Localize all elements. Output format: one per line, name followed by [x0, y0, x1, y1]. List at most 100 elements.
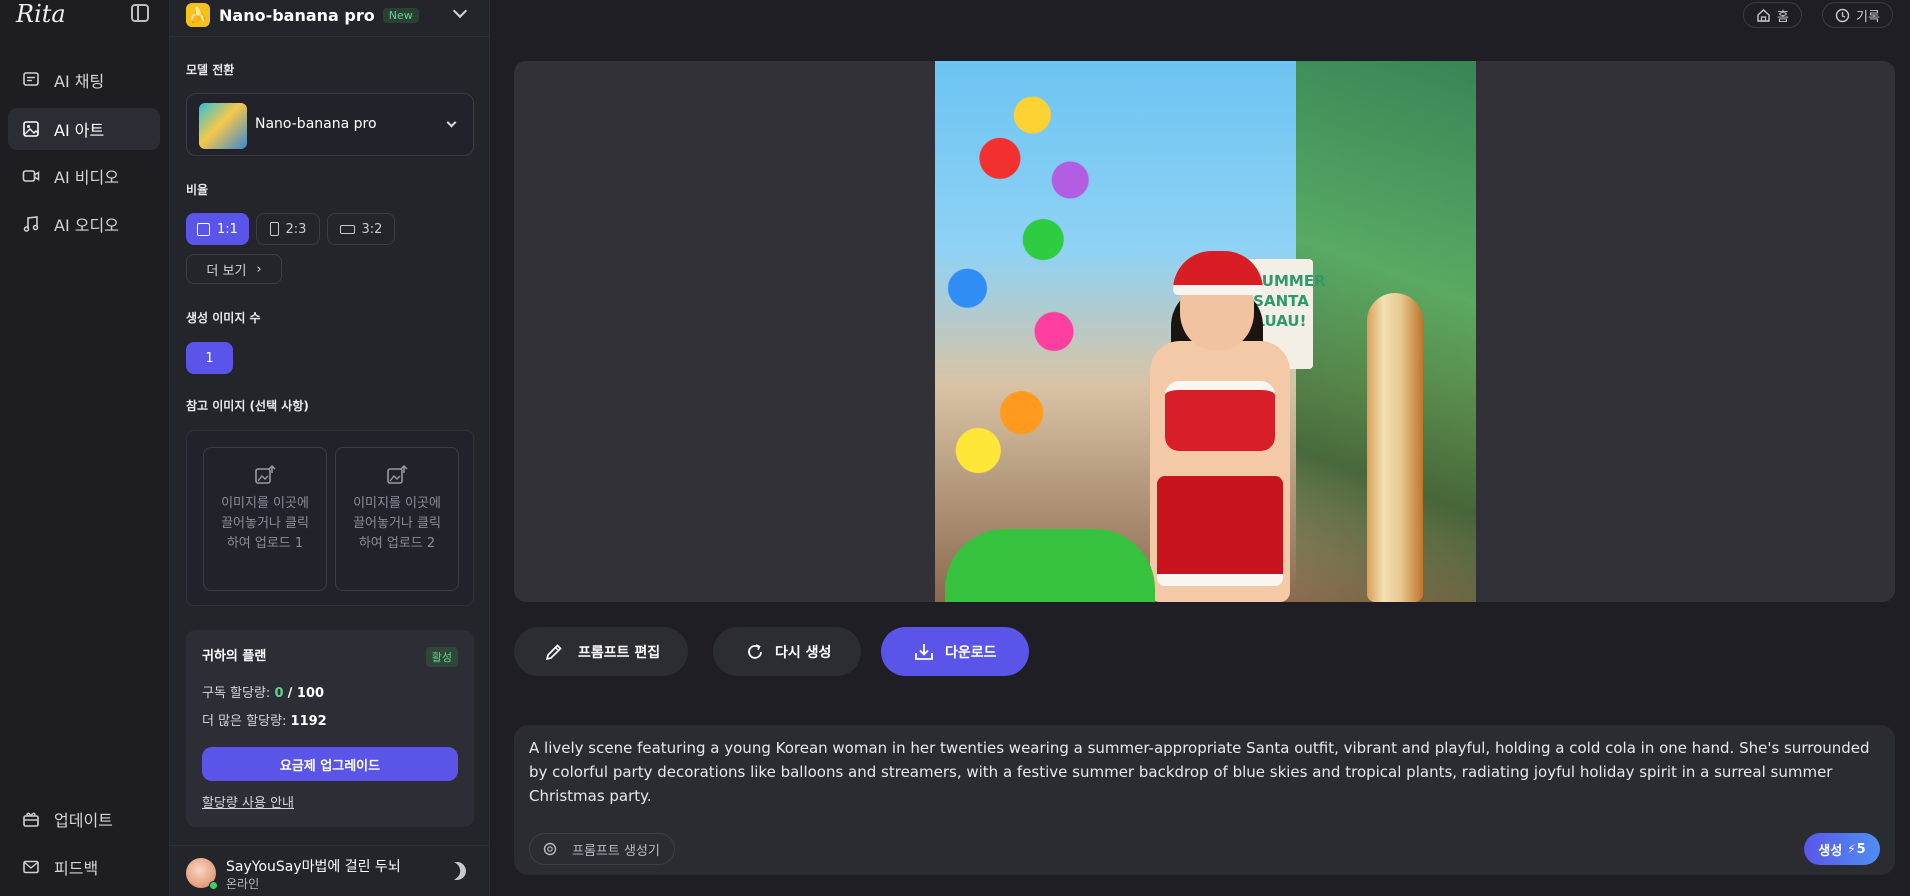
model-thumbnail	[199, 103, 247, 149]
edit-prompt-label: 프롬프트 편집	[578, 644, 661, 661]
nav-item-updates[interactable]: 업데이트	[8, 798, 160, 840]
nav-item-label: 피드백	[54, 859, 99, 878]
more-label: 더 보기	[206, 263, 247, 279]
prompt-generator-label: 프롬프트 생성기	[572, 843, 660, 859]
quota-guide-link[interactable]: 할당량 사용 안내	[202, 792, 294, 811]
app-logo[interactable]: Rita	[16, 0, 66, 28]
generated-image[interactable]: SUMMER SANTA LUAU!	[935, 61, 1476, 602]
generate-label: 생성	[1818, 843, 1843, 859]
model-select-name: Nano-banana pro	[255, 116, 377, 132]
upload-slot-2[interactable]: 이미지를 이곳에 끌어놓거나 클릭하여 업로드 2	[335, 447, 459, 591]
nav-item-label: AI 채팅	[54, 72, 105, 91]
portrait-icon	[269, 222, 279, 236]
plan-status-badge: 활성	[425, 647, 458, 667]
history-button[interactable]: 기록	[1822, 2, 1893, 28]
more-ratios-button[interactable]: 더 보기 ›	[186, 254, 282, 284]
model-header-dropdown[interactable]: 🍌 Nano-banana pro New	[186, 2, 419, 28]
home-icon	[1756, 8, 1771, 23]
new-badge: New	[382, 7, 419, 23]
nav-item-feedback[interactable]: 피드백	[8, 846, 160, 888]
pencil-icon	[544, 642, 564, 662]
image-count-option[interactable]: 1	[186, 342, 233, 374]
gift-icon	[22, 810, 40, 828]
inflatable-palm	[945, 529, 1155, 602]
santa-shorts	[1157, 476, 1283, 586]
sidebar-toggle-icon[interactable]	[131, 4, 149, 22]
nav-item-label: AI 오디오	[54, 216, 119, 235]
extra-quota: 더 많은 할당량: 1192	[202, 710, 327, 729]
nav-item-label: 업데이트	[54, 811, 113, 830]
chevron-right-icon: ›	[256, 261, 262, 277]
divider	[170, 845, 490, 846]
image-count-label: 생성 이미지 수	[186, 311, 261, 325]
nav-item-label: AI 비디오	[54, 168, 119, 187]
edit-prompt-button[interactable]: 프롬프트 편집	[514, 627, 689, 676]
square-icon	[197, 222, 211, 236]
upload-hint: 이미지를 이곳에 끌어놓거나 클릭하여 업로드 2	[353, 496, 441, 551]
user-name: SayYouSay마법에 걸린 두뇌	[226, 859, 401, 875]
regenerate-button[interactable]: 다시 생성	[713, 627, 862, 676]
download-button[interactable]: 다운로드	[881, 627, 1029, 676]
upgrade-plan-button[interactable]: 요금제 업그레이드	[202, 747, 458, 781]
ratio-1-1-button[interactable]: 1:1	[186, 213, 249, 245]
subscription-quota-label: 구독 할당량:	[202, 686, 271, 701]
download-icon	[913, 641, 935, 663]
subscription-quota: 구독 할당량: 0 / 100	[202, 682, 324, 701]
santa-top	[1165, 381, 1275, 451]
home-label: 홈	[1777, 9, 1789, 25]
ratio-3-2-button[interactable]: 3:2	[327, 213, 395, 245]
nav-item-ai-art[interactable]: AI 아트	[8, 108, 160, 150]
divider	[170, 36, 490, 37]
regenerate-label: 다시 생성	[775, 644, 832, 661]
mail-icon	[22, 858, 40, 876]
model-switch-label: 모델 전환	[186, 63, 235, 77]
generate-button[interactable]: 생성 ⚡ 5	[1804, 833, 1880, 865]
subscription-quota-used: 0	[274, 686, 284, 701]
banana-icon: 🍌	[186, 3, 210, 27]
prompt-textarea[interactable]: A lively scene featuring a young Korean …	[529, 736, 1879, 808]
model-select[interactable]: Nano-banana pro	[186, 93, 474, 156]
ratio-2-3-button[interactable]: 2:3	[256, 213, 320, 245]
ratio-label-text: 3:2	[361, 221, 383, 237]
ratio-label-text: 1:1	[217, 221, 238, 237]
lightning-icon: ⚡	[1847, 842, 1856, 856]
nav-item-label: AI 아트	[54, 121, 105, 140]
download-label: 다운로드	[945, 644, 997, 661]
image-icon	[22, 120, 40, 138]
chat-icon	[22, 71, 40, 89]
image-upload-icon	[386, 464, 408, 486]
plan-card: 귀하의 플랜 활성 구독 할당량: 0 / 100 더 많은 할당량: 1192…	[186, 630, 474, 827]
nav-item-ai-video[interactable]: AI 비디오	[8, 155, 160, 197]
reference-image-label: 참고 이미지 (선택 사항)	[186, 399, 309, 413]
image-upload-icon	[254, 464, 276, 486]
extra-quota-value: 1192	[290, 714, 327, 729]
prompt-generator-button[interactable]: 프롬프트 생성기	[529, 833, 675, 865]
plan-title: 귀하의 플랜	[202, 649, 267, 664]
user-status: 온라인	[226, 877, 260, 891]
landscape-icon	[339, 224, 355, 234]
nav-item-ai-audio[interactable]: AI 오디오	[8, 203, 160, 245]
online-status-dot	[209, 881, 218, 890]
santa-hat	[1173, 251, 1263, 295]
generate-cost: 5	[1856, 841, 1866, 857]
home-button[interactable]: 홈	[1743, 2, 1802, 28]
nav-item-ai-chat[interactable]: AI 채팅	[8, 59, 160, 101]
upload-hint: 이미지를 이곳에 끌어놓거나 클릭하여 업로드 1	[221, 496, 309, 551]
clock-icon	[1835, 8, 1850, 23]
subscription-quota-total: / 100	[287, 686, 325, 701]
model-header-name: Nano-banana pro	[219, 5, 375, 25]
music-icon	[22, 215, 40, 233]
reference-image-area: 이미지를 이곳에 끌어놓거나 클릭하여 업로드 1 이미지를 이곳에 끌어놓거나…	[186, 430, 474, 606]
image-canvas: SUMMER SANTA LUAU!	[514, 61, 1895, 602]
prompt-box[interactable]: A lively scene featuring a young Korean …	[514, 725, 1895, 875]
surfboard	[1367, 293, 1423, 602]
video-icon	[22, 167, 40, 185]
ratio-label-text: 2:3	[285, 221, 307, 237]
chevron-down-icon	[446, 117, 457, 128]
upload-slot-1[interactable]: 이미지를 이곳에 끌어놓거나 클릭하여 업로드 1	[203, 447, 327, 591]
ratio-label: 비율	[186, 183, 209, 197]
refresh-icon	[745, 642, 765, 662]
extra-quota-label: 더 많은 할당량:	[202, 714, 287, 729]
history-label: 기록	[1856, 9, 1880, 25]
openai-icon	[542, 841, 558, 857]
